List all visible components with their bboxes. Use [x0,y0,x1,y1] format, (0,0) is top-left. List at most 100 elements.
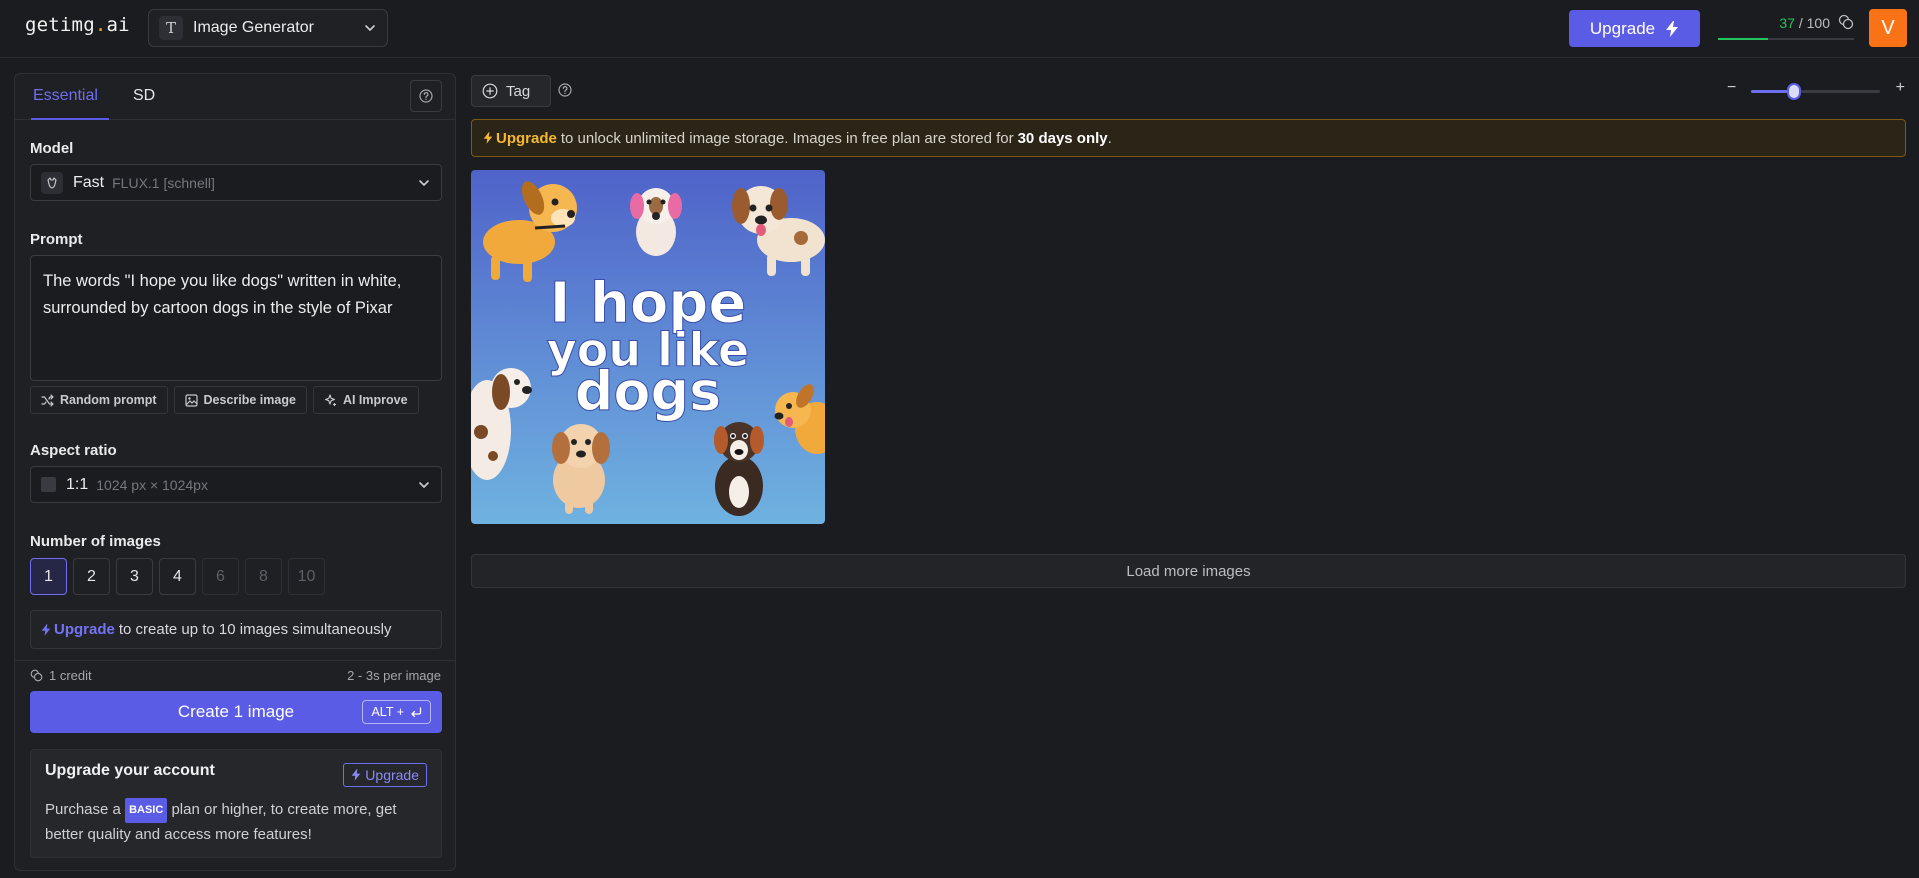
model-name: Fast [73,173,105,191]
square-ratio-icon [41,477,56,492]
upgrade-card-description: Purchase a BASIC plan or higher, to crea… [45,798,425,846]
shuffle-icon [41,393,54,407]
credit-cost: 1 credit [30,668,92,683]
credits-total: / 100 [1794,15,1830,31]
chevron-down-icon [419,179,429,186]
banner-bold: 30 days only [1017,129,1108,147]
card-upgrade-button[interactable]: Upgrade [343,763,427,787]
plus-circle-icon [482,83,498,99]
create-image-label: Create 1 image [177,702,295,721]
active-tab-indicator [31,118,109,120]
load-more-button[interactable]: Load more images [471,554,1906,588]
aspect-ratio-size: 1024 px × 1024px [96,476,208,493]
num-option-2[interactable]: 2 [73,558,110,595]
ai-improve-button[interactable]: AI Improve [312,386,419,414]
tab-essential[interactable]: Essential [33,87,98,105]
tab-sd[interactable]: SD [133,87,155,105]
banner-text: to unlock unlimited image storage. Image… [560,129,1014,147]
dogs-illustration: I hope you like dogs [471,170,825,524]
tag-button[interactable]: Tag [471,75,551,107]
zoom-control: − + [1725,79,1905,100]
text-tool-icon: T [159,16,183,40]
credits-meter[interactable]: 37 / 100 [1718,14,1854,40]
model-select[interactable]: Fast FLUX.1 [schnell] [30,164,442,201]
num-option-10[interactable]: 10 [288,558,325,595]
upgrade-label: Upgrade [1589,18,1656,38]
coins-icon [1838,14,1854,30]
prompt-textarea[interactable]: The words "I hope you like dogs" written… [30,255,442,381]
tool-icon-letter: T [165,19,176,37]
prompt-tools: Random prompt Describe image AI Improve [30,386,419,414]
num-option-4[interactable]: 4 [159,558,196,595]
logo-tld: ai [106,14,130,36]
question-icon [419,89,433,103]
model-variant: FLUX.1 [schnell] [112,174,215,191]
credits-count: 37 / 100 [1779,15,1830,31]
tool-selector[interactable]: T Image Generator [148,9,388,47]
enter-key-icon [411,706,422,717]
bolt-icon [352,769,361,781]
logo[interactable]: getimg.ai [25,14,130,36]
divider [15,660,455,661]
generated-image[interactable]: I hope you like dogs [471,170,825,524]
logo-dot: . [94,14,107,36]
tool-label: Image Generator [193,19,314,36]
number-of-images-selector: 1 2 3 4 6 8 10 [30,558,325,595]
model-label: Model [30,140,74,157]
number-of-images-label: Number of images [30,533,161,550]
help-button[interactable] [410,80,442,112]
zoom-out-icon[interactable]: − [1727,79,1736,97]
chevron-down-icon [365,25,375,31]
cartoon-dog [714,422,764,516]
credits-bar-fill [1718,38,1769,40]
zoom-in-icon[interactable]: + [1896,79,1905,97]
storage-upgrade-banner: Upgrade to unlock unlimited image storag… [471,119,1906,157]
num-option-8[interactable]: 8 [245,558,282,595]
plan-badge: BASIC [125,798,168,823]
upgrade-card-title: Upgrade your account [45,762,215,779]
header-upgrade-button[interactable]: Upgrade [1569,10,1700,47]
image-icon [184,393,198,407]
panel-tabs: Essential SD [15,74,455,120]
dog-model-icon [41,171,63,194]
upgrade-account-card: Upgrade your account Upgrade Purchase a … [30,749,442,858]
keyboard-shortcut-hint: ALT + [362,700,431,724]
prompt-label: Prompt [30,231,83,248]
credit-cost-text: 1 credit [49,668,92,683]
num-option-3[interactable]: 3 [116,558,153,595]
credits-bar [1718,38,1854,40]
num-option-6[interactable]: 6 [202,558,239,595]
image-text-line-3: dogs [575,360,722,423]
tag-label: Tag [506,82,531,100]
zoom-slider-thumb[interactable] [1786,83,1801,100]
random-prompt-label: Random prompt [60,393,157,407]
desc-before: Purchase a [45,801,121,818]
create-image-button[interactable]: Create 1 image ALT + [30,691,442,733]
logo-main: getimg [25,14,95,36]
bolt-icon [483,132,493,144]
multi-image-upsell: Upgrade to create up to 10 images simult… [30,610,442,649]
card-upgrade-label: Upgrade [365,767,419,783]
describe-image-button[interactable]: Describe image [173,386,307,414]
banner-upgrade-link[interactable]: Upgrade [496,130,557,147]
bolt-icon [41,623,51,636]
coins-icon [30,669,43,682]
banner-end: . [1107,129,1112,147]
aspect-ratio-value: 1:1 [66,475,89,493]
random-prompt-button[interactable]: Random prompt [30,386,168,414]
bolt-icon [1666,20,1679,37]
upsell-text: to create up to 10 images simultaneously [118,621,392,638]
question-icon[interactable] [558,83,572,97]
aspect-ratio-select[interactable]: 1:1 1024 px × 1024px [30,466,442,503]
chevron-down-icon [419,481,429,488]
sparkle-icon [324,393,336,406]
upsell-upgrade-link[interactable]: Upgrade [54,621,115,638]
generator-panel: Essential SD Model Fast FLUX.1 [schnell]… [14,73,456,871]
num-option-1[interactable]: 1 [30,558,67,595]
credits-used: 37 [1779,15,1795,31]
avatar-letter: V [1881,16,1895,39]
avatar[interactable]: V [1869,9,1907,47]
ai-improve-label: AI Improve [342,393,408,407]
aspect-ratio-label: Aspect ratio [30,442,117,459]
top-bar: getimg.ai T Image Generator Upgrade 37 /… [0,0,1919,58]
